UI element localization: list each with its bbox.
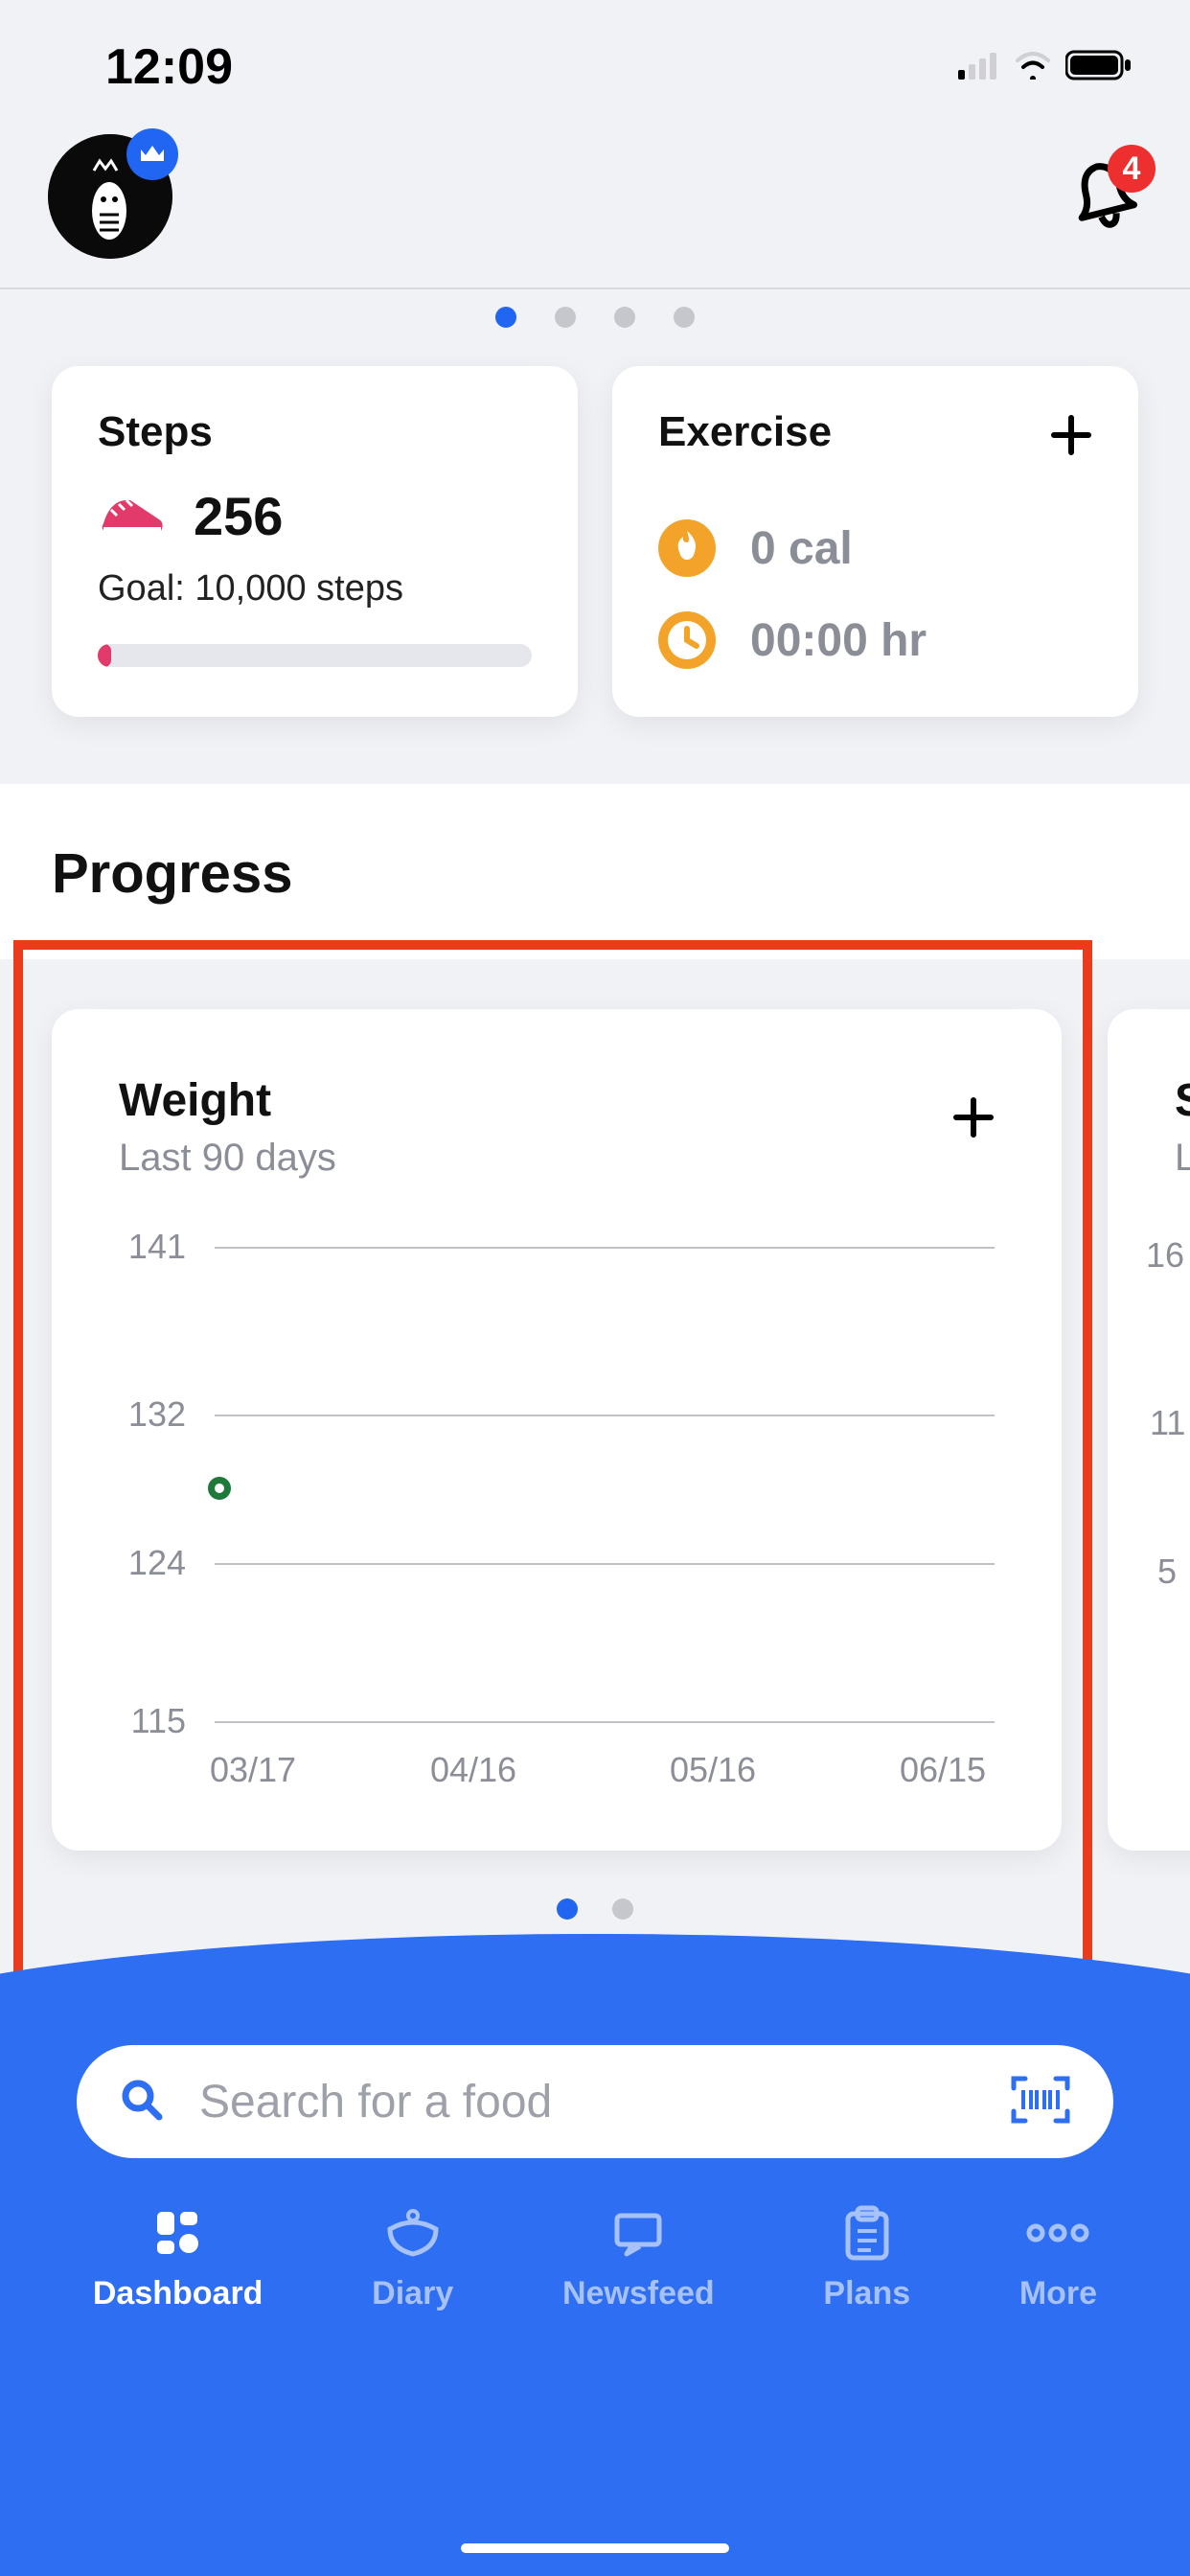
wifi-icon [1014,51,1052,84]
summary-cards-row: Steps 256 Goal: 10,000 steps Exercise [0,366,1190,784]
y-tick: 141 [119,1227,186,1267]
peek-title: S [1175,1074,1190,1127]
search-placeholder: Search for a food [199,2076,975,2128]
steps-progress-bar [98,644,532,667]
newsfeed-icon [607,2202,669,2264]
peek-y-tick: 11 [1150,1403,1185,1443]
plans-icon [842,2202,892,2264]
more-icon [1026,2202,1089,2264]
status-time: 12:09 [105,38,233,96]
steps-goal: Goal: 10,000 steps [98,568,532,610]
tab-bar: Dashboard Diary Newsfeed [0,2202,1190,2312]
x-tick: 03/17 [210,1750,296,1790]
carousel-dot[interactable] [555,307,576,328]
carousel-dot[interactable] [614,307,635,328]
profile-avatar[interactable] [48,134,172,259]
next-progress-card-peek[interactable]: S La 16 11 5 [1108,1009,1190,1851]
battery-icon [1065,49,1133,86]
steps-card[interactable]: Steps 256 Goal: 10,000 steps [52,366,578,717]
weight-data-point [208,1477,231,1500]
flame-icon [658,519,716,577]
progress-section: Progress [0,784,1190,959]
exercise-duration: 00:00 hr [750,614,927,667]
progress-title: Progress [0,841,1190,959]
barcode-scan-icon[interactable] [1010,2075,1071,2129]
exercise-calories: 0 cal [750,522,853,575]
y-tick: 115 [119,1701,186,1741]
search-input[interactable]: Search for a food [199,2076,975,2128]
carousel-dot[interactable] [612,1898,633,1920]
peek-subtitle: La [1175,1137,1190,1180]
header: 4 [0,105,1190,288]
clock-icon [658,611,716,669]
add-weight-button[interactable] [952,1086,995,1152]
peek-y-tick: 16 [1146,1235,1184,1276]
x-tick: 05/16 [670,1750,756,1790]
tab-diary[interactable]: Diary [372,2202,453,2312]
search-icon [119,2077,165,2128]
shoe-icon [98,491,167,541]
bottom-nav-area: Search for a food Dashboard [0,2011,1190,2576]
cellular-icon [958,51,1000,84]
tab-newsfeed[interactable]: Newsfeed [562,2202,715,2312]
y-tick: 132 [119,1394,186,1435]
tab-plans[interactable]: Plans [823,2202,910,2312]
weight-title: Weight [119,1074,995,1127]
steps-title: Steps [98,408,532,456]
dashboard-icon [151,2202,205,2264]
status-icons [958,49,1133,86]
carousel-dots-1[interactable] [0,289,1190,366]
tab-dashboard[interactable]: Dashboard [93,2202,263,2312]
steps-value: 256 [194,485,283,547]
peek-y-tick: 5 [1157,1552,1177,1592]
progress-cards-row[interactable]: Weight Last 90 days 141 132 124 115 03/1… [0,959,1190,1898]
tab-label: Dashboard [93,2275,263,2312]
notification-count-badge: 4 [1108,145,1156,193]
steps-progress-fill [98,644,111,667]
tab-label: Newsfeed [562,2275,715,2312]
status-bar: 12:09 [0,0,1190,105]
exercise-card[interactable]: Exercise 0 cal 00:00 hr [612,366,1138,717]
x-tick: 04/16 [430,1750,516,1790]
premium-badge-icon [126,128,178,180]
tab-label: Plans [823,2275,910,2312]
home-indicator[interactable] [461,2543,729,2553]
y-tick: 124 [119,1543,186,1583]
add-exercise-button[interactable] [1050,408,1092,466]
tab-more[interactable]: More [1019,2202,1097,2312]
weight-card[interactable]: Weight Last 90 days 141 132 124 115 03/1… [52,1009,1062,1851]
carousel-dot[interactable] [557,1898,578,1920]
tab-label: Diary [372,2275,453,2312]
diary-icon [382,2202,444,2264]
food-search-bar[interactable]: Search for a food [77,2045,1113,2158]
carousel-dot[interactable] [674,307,695,328]
carousel-dot[interactable] [495,307,516,328]
notifications-button[interactable]: 4 [1065,158,1142,235]
tab-label: More [1019,2275,1097,2312]
weight-chart: 141 132 124 115 03/17 04/16 05/16 06/15 [119,1247,995,1783]
x-tick: 06/15 [900,1750,986,1790]
exercise-title: Exercise [658,408,832,456]
weight-subtitle: Last 90 days [119,1137,995,1180]
